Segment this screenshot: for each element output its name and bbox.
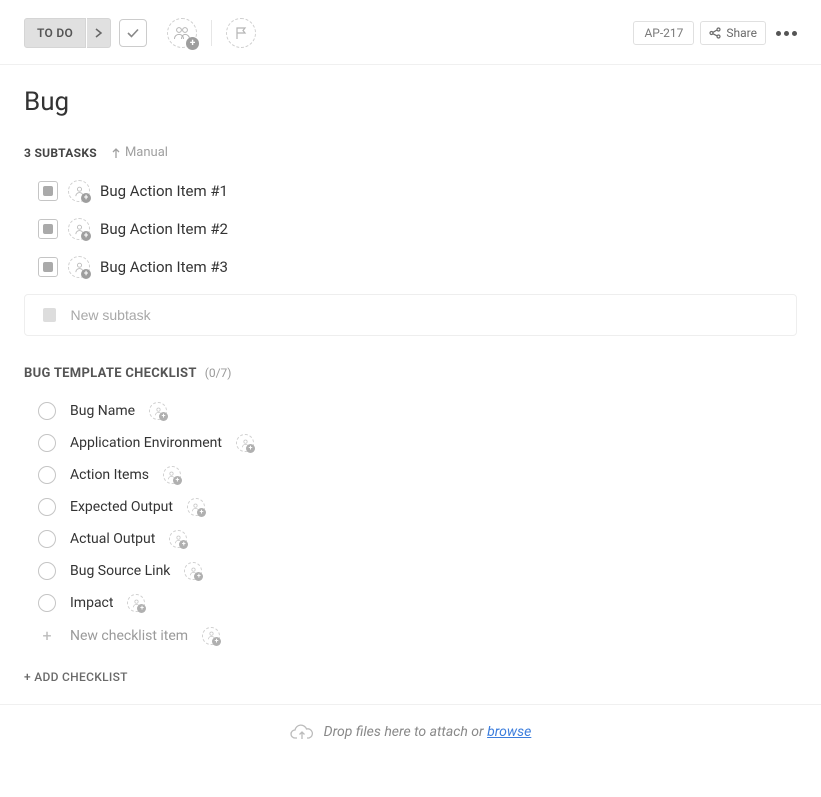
share-icon [709, 27, 721, 39]
sort-label: Manual [125, 145, 168, 160]
subtask-checkbox[interactable] [38, 257, 58, 277]
plus-badge-icon: + [194, 572, 203, 581]
subtask-checkbox[interactable] [38, 219, 58, 239]
checklist-count: (0/7) [205, 366, 232, 380]
subtask-assignee[interactable]: + [68, 180, 90, 202]
checklist-item-label: Bug Source Link [70, 563, 170, 579]
checklist-items: Bug Name+Application Environment+Action … [24, 395, 797, 619]
plus-badge-icon: + [159, 412, 168, 421]
plus-badge-icon: + [81, 269, 91, 279]
checklist-row[interactable]: Application Environment + [24, 427, 797, 459]
checklist-row[interactable]: Expected Output + [24, 491, 797, 523]
status-group: TO DO [24, 18, 111, 48]
checklist-item-assignee[interactable]: + [163, 466, 181, 484]
browse-link[interactable]: browse [487, 724, 531, 740]
checklist-item-label: Application Environment [70, 435, 222, 451]
plus-badge-icon: + [179, 540, 188, 549]
checklist-checkbox[interactable] [38, 562, 56, 580]
status-button[interactable]: TO DO [24, 18, 86, 48]
attachments-dropzone[interactable]: Drop files here to attach or browse [0, 704, 821, 759]
subtask-row[interactable]: + Bug Action Item #1 [24, 172, 797, 210]
checklist-header: BUG TEMPLATE CHECKLIST (0/7) [24, 366, 797, 381]
checklist-row[interactable]: Bug Name + [24, 395, 797, 427]
checklist-item-label: Actual Output [70, 531, 155, 547]
checklist-row[interactable]: Action Items + [24, 459, 797, 491]
checklist-item-assignee[interactable]: + [202, 627, 220, 645]
toolbar: TO DO + AP-217 Share [0, 0, 821, 65]
checklist-checkbox[interactable] [38, 594, 56, 612]
checklist-item-assignee[interactable]: + [169, 530, 187, 548]
subtasks-header: 3 SUBTASKS Manual [24, 145, 797, 160]
complete-button[interactable] [119, 19, 147, 47]
share-label: Share [726, 26, 757, 40]
plus-badge-icon: + [212, 637, 221, 646]
dot-icon [792, 31, 797, 36]
subtasks-count-label: 3 SUBTASKS [24, 146, 97, 160]
share-button[interactable]: Share [700, 21, 766, 45]
subtask-label: Bug Action Item #2 [100, 220, 228, 238]
dot-icon [776, 31, 781, 36]
dot-icon [784, 31, 789, 36]
plus-badge-icon: + [137, 604, 146, 613]
plus-badge-icon: + [81, 193, 91, 203]
task-id-chip[interactable]: AP-217 [633, 21, 694, 45]
subtasks-list: + Bug Action Item #1 + Bug Action Item #2 + B… [24, 172, 797, 286]
checklist-item-assignee[interactable]: + [127, 594, 145, 612]
caret-right-icon [95, 28, 103, 38]
assignee-add-button[interactable]: + [167, 18, 197, 48]
subtasks-sort-button[interactable]: Manual [111, 145, 168, 160]
subtask-row[interactable]: + Bug Action Item #2 [24, 210, 797, 248]
checklist-title: BUG TEMPLATE CHECKLIST [24, 366, 197, 381]
subtask-checkbox[interactable] [38, 181, 58, 201]
plus-badge-icon: + [81, 231, 91, 241]
checklist-checkbox[interactable] [38, 466, 56, 484]
checklist-checkbox[interactable] [38, 498, 56, 516]
subtask-label: Bug Action Item #3 [100, 258, 228, 276]
checklist-checkbox[interactable] [38, 434, 56, 452]
subtask-assignee[interactable]: + [68, 256, 90, 278]
checklist-item-assignee[interactable]: + [187, 498, 205, 516]
checklist-item-label: Impact [70, 595, 113, 611]
subtask-assignee[interactable]: + [68, 218, 90, 240]
checklist-checkbox[interactable] [38, 402, 56, 420]
plus-badge-icon: + [173, 476, 182, 485]
dropzone-text: Drop files here to attach or browse [324, 724, 532, 740]
checklist-item-assignee[interactable]: + [236, 434, 254, 452]
checklist-checkbox[interactable] [38, 530, 56, 548]
task-content: Bug 3 SUBTASKS Manual + Bug Action Item #… [0, 87, 821, 684]
checklist-item-assignee[interactable]: + [149, 402, 167, 420]
cloud-upload-icon [290, 723, 314, 741]
new-checklist-item-label: New checklist item [70, 628, 188, 644]
toolbar-divider [211, 20, 212, 46]
check-icon [126, 26, 140, 40]
checkbox-fill-icon [43, 262, 53, 272]
plus-badge-icon: + [186, 37, 199, 50]
dropzone-prefix: Drop files here to attach or [324, 724, 487, 740]
checklist-row[interactable]: Actual Output + [24, 523, 797, 555]
new-subtask-input[interactable] [70, 307, 778, 323]
status-arrow-button[interactable] [87, 18, 111, 48]
plus-badge-icon: + [246, 444, 255, 453]
new-checklist-item-row[interactable]: + New checklist item + [24, 619, 797, 652]
checkbox-fill-icon [43, 186, 53, 196]
subtask-label: Bug Action Item #1 [100, 182, 228, 200]
more-menu-button[interactable] [776, 31, 797, 36]
checklist-row[interactable]: Impact + [24, 587, 797, 619]
checklist-item-assignee[interactable]: + [184, 562, 202, 580]
plus-icon: + [38, 626, 56, 645]
plus-badge-icon: + [197, 508, 206, 517]
arrow-up-icon [111, 147, 121, 159]
add-checklist-button[interactable]: + ADD CHECKLIST [24, 670, 797, 684]
checklist-item-label: Expected Output [70, 499, 173, 515]
flag-icon [234, 26, 248, 40]
checklist-item-label: Action Items [70, 467, 149, 483]
checklist-item-label: Bug Name [70, 403, 135, 419]
checklist-row[interactable]: Bug Source Link + [24, 555, 797, 587]
priority-button[interactable] [226, 18, 256, 48]
ghost-checkbox-icon [43, 308, 56, 322]
checkbox-fill-icon [43, 224, 53, 234]
new-subtask-row[interactable] [24, 294, 797, 336]
task-title[interactable]: Bug [24, 87, 797, 117]
subtask-row[interactable]: + Bug Action Item #3 [24, 248, 797, 286]
